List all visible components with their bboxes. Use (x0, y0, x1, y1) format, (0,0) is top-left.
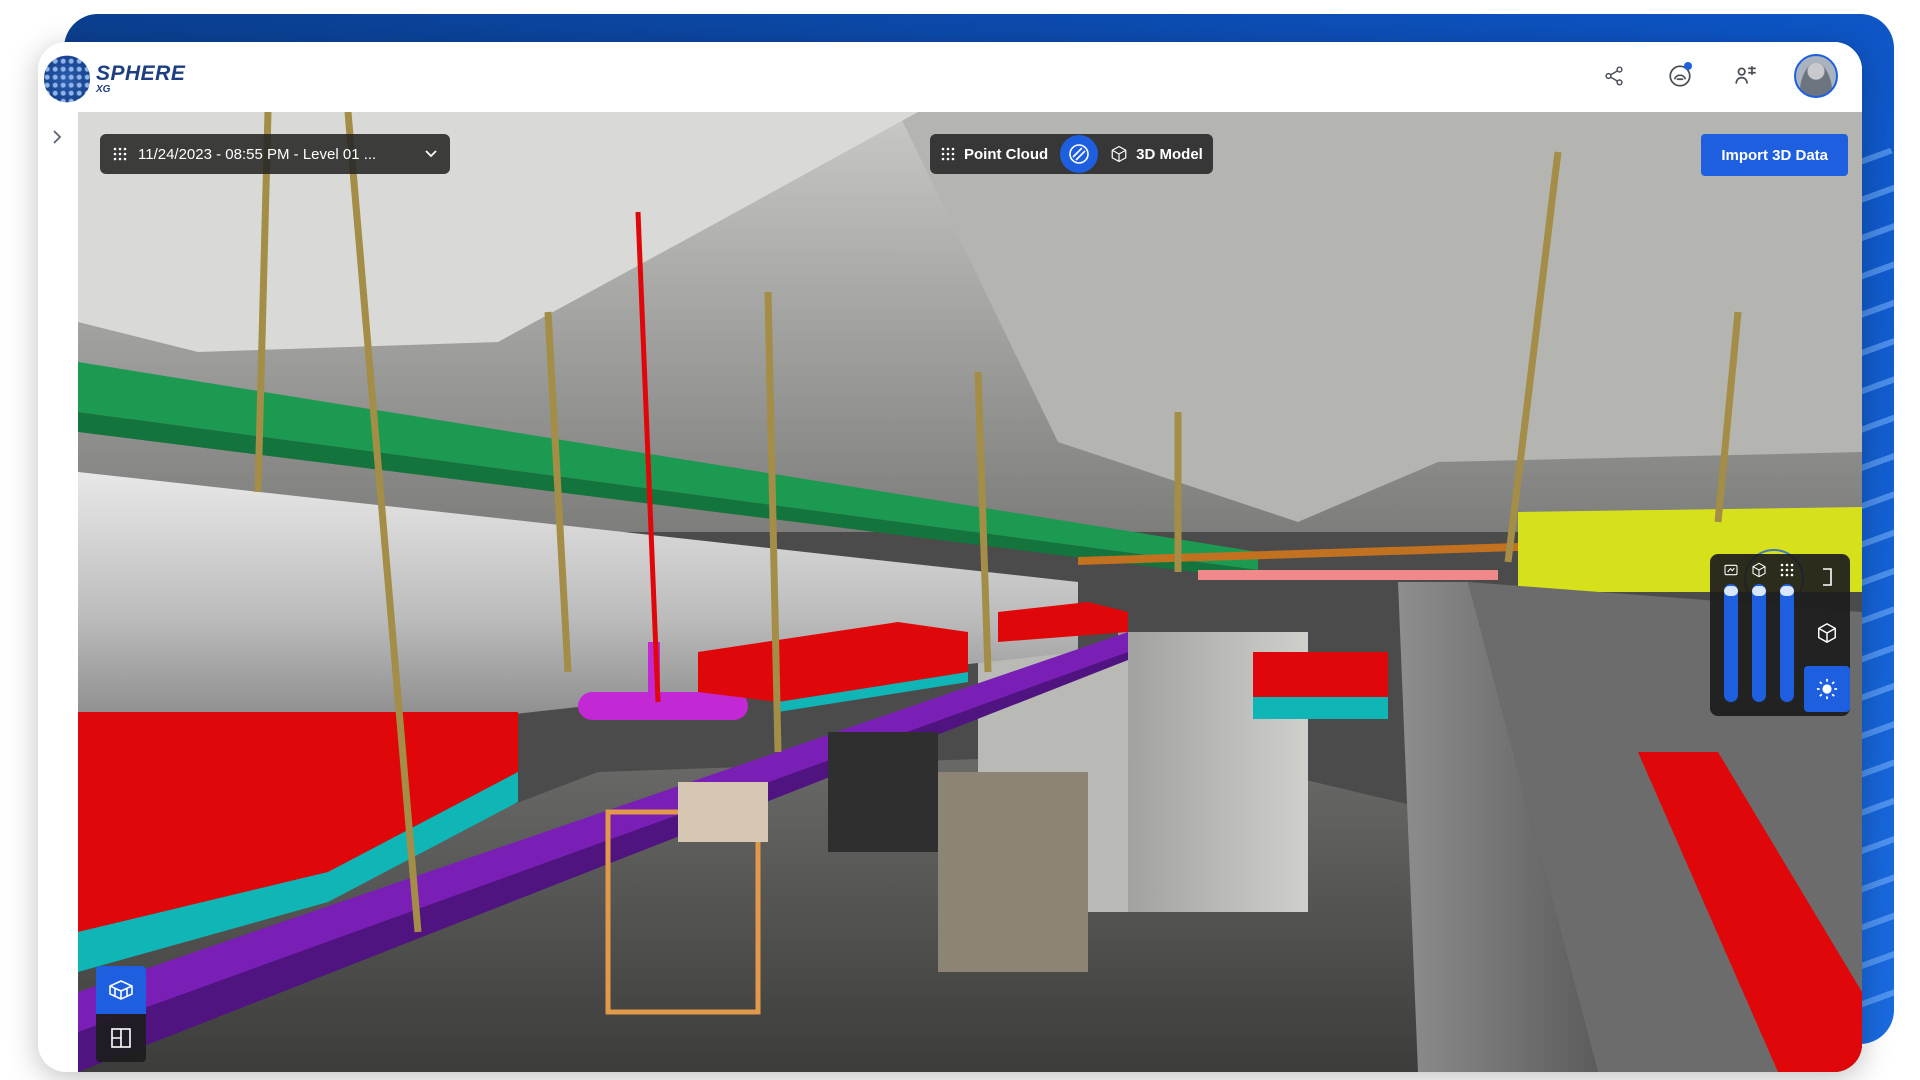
3d-view-button[interactable] (96, 966, 146, 1014)
brightness-button[interactable] (1804, 666, 1850, 712)
slider-track[interactable] (1752, 584, 1766, 702)
logo-subtitle: XG (96, 84, 111, 95)
top-bar: SPHERE XG (38, 42, 1862, 112)
model-cube-button[interactable] (1804, 610, 1850, 656)
point-cloud-opacity-slider[interactable] (1720, 562, 1742, 710)
point-cloud-label[interactable]: Point Cloud (964, 146, 1048, 163)
brightness-icon (1816, 678, 1838, 700)
logo-title: SPHERE (96, 62, 186, 85)
app-window: SPHERE XG 11/24/2023 - 08:55 PM - Level … (38, 42, 1862, 1072)
view-tools (96, 966, 146, 1062)
model-opacity-slider[interactable] (1748, 562, 1770, 710)
slider-thumb[interactable] (1752, 586, 1766, 597)
notification-dot (1684, 62, 1692, 70)
user-switch-button[interactable] (1728, 58, 1764, 94)
import-3d-data-button[interactable]: Import 3D Data (1701, 134, 1848, 176)
grid-dots-icon (941, 147, 955, 161)
3d-viewport[interactable]: 11/24/2023 - 08:55 PM - Level 01 ... Poi… (78, 112, 1862, 1072)
chevron-down-icon (425, 150, 437, 158)
share-button[interactable] (1596, 58, 1632, 94)
2d-view-icon (111, 1028, 131, 1048)
chevron-right-icon (53, 130, 62, 144)
overlay-icon (1069, 144, 1089, 164)
globe-icon (44, 50, 90, 108)
3d-view-icon (109, 980, 133, 1000)
capture-label: 11/24/2023 - 08:55 PM - Level 01 ... (138, 145, 377, 163)
capture-select[interactable]: 11/24/2023 - 08:55 PM - Level 01 ... (100, 134, 450, 174)
point-cloud-icon (1724, 564, 1738, 576)
share-icon (1605, 66, 1623, 86)
grid-dots-icon (1780, 563, 1794, 577)
layer-opacity-panel (1710, 554, 1850, 716)
3d-model-label[interactable]: 3D Model (1136, 146, 1203, 163)
cube-icon (1752, 562, 1766, 578)
slider-thumb[interactable] (1780, 586, 1794, 597)
slider-track[interactable] (1724, 584, 1738, 702)
panel-toggle-button[interactable] (1804, 554, 1850, 600)
view-mode-toggle[interactable]: Point Cloud 3D Model (930, 134, 1213, 174)
2d-view-button[interactable] (96, 1014, 146, 1062)
top-actions (1596, 54, 1838, 98)
avatar[interactable] (1794, 54, 1838, 98)
point-cloud-scene[interactable] (78, 112, 1862, 1072)
cube-icon (1111, 145, 1127, 163)
user-switch-icon (1735, 66, 1756, 84)
slider-track[interactable] (1780, 584, 1794, 702)
overlay-toggle-knob[interactable] (1060, 135, 1099, 173)
grid-dots-icon (113, 147, 127, 161)
slider-thumb[interactable] (1724, 586, 1738, 597)
model-cube-icon (1818, 622, 1836, 644)
panel-toggle-icon (1823, 568, 1832, 586)
notifications-button[interactable] (1662, 58, 1698, 94)
sidebar-expand-button[interactable] (42, 122, 72, 152)
sphere-xg-logo[interactable]: SPHERE XG (44, 50, 185, 108)
grid-opacity-slider[interactable] (1776, 562, 1798, 710)
